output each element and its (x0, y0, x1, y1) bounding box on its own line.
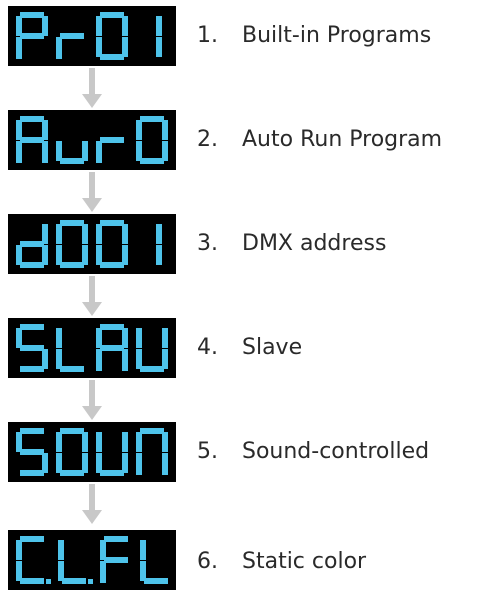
flow-arrow-down-icon (80, 172, 104, 214)
step-label: 2. Auto Run Program (197, 123, 442, 157)
flow-arrow-down-icon (80, 484, 104, 526)
step-text: DMX address (242, 231, 387, 256)
step-number: 1. (197, 23, 218, 48)
step-label: 5. Sound-controlled (197, 435, 429, 469)
menu-step-built-in-programs: 1. Built-in Programs (0, 6, 481, 66)
lcd-display-d001 (8, 214, 176, 274)
step-number: 6. (197, 549, 218, 574)
step-number: 4. (197, 335, 218, 360)
step-number: 3. (197, 231, 218, 256)
menu-flow-diagram: 1. Built-in Programs 2. Auto Run Program… (0, 0, 481, 608)
step-text: Slave (242, 335, 303, 360)
step-label: 4. Slave (197, 331, 302, 365)
flow-arrow-down-icon (80, 68, 104, 110)
lcd-digits-icon (16, 12, 162, 60)
lcd-digits-icon (16, 536, 168, 584)
menu-step-sound-controlled: 5. Sound-controlled (0, 422, 481, 482)
step-text: Built-in Programs (242, 23, 432, 48)
menu-step-auto-run-program: 2. Auto Run Program (0, 110, 481, 170)
lcd-digits-icon (16, 116, 168, 164)
lcd-display-pr01 (8, 6, 176, 66)
menu-step-slave: 4. Slave (0, 318, 481, 378)
lcd-digits-icon (16, 220, 162, 268)
step-number: 2. (197, 127, 218, 152)
step-number: 5. (197, 439, 218, 464)
lcd-display-auto (8, 110, 176, 170)
step-label: 3. DMX address (197, 227, 386, 261)
flow-arrow-down-icon (80, 380, 104, 422)
step-text: Sound-controlled (242, 439, 430, 464)
step-text: Static color (242, 549, 367, 574)
menu-step-dmx-address: 3. DMX address (0, 214, 481, 274)
flow-arrow-down-icon (80, 276, 104, 318)
step-label: 1. Built-in Programs (197, 19, 431, 53)
step-label: 6. Static color (197, 545, 366, 579)
lcd-display-soun (8, 422, 176, 482)
step-text: Auto Run Program (242, 127, 443, 152)
lcd-digits-icon (16, 428, 168, 476)
lcd-display-clfl (8, 530, 176, 590)
lcd-digits-icon (16, 324, 168, 372)
menu-step-static-color: 6. Static color (0, 530, 481, 590)
lcd-display-slau (8, 318, 176, 378)
